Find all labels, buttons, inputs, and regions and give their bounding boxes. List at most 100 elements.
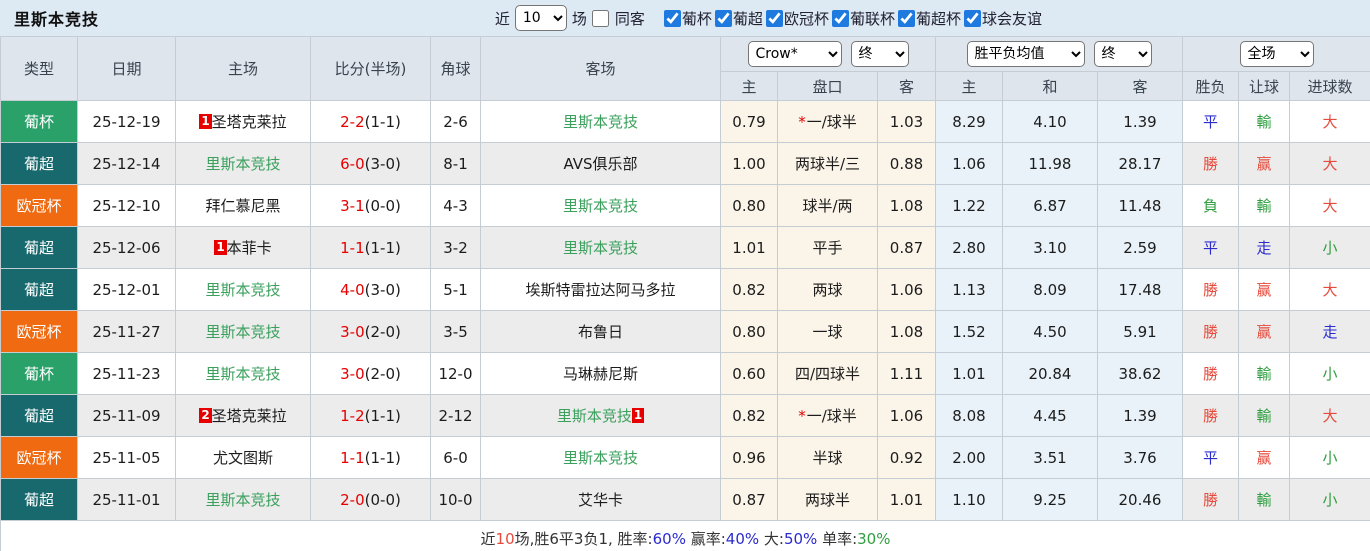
away-team: 艾华卡	[480, 478, 721, 521]
match-score: 3-0(2-0)	[310, 352, 431, 395]
team-name: 里斯本竞技	[205, 365, 281, 383]
summary-segment: 场,胜6平3负1, 胜率:	[514, 529, 653, 548]
subcol-odds-away: 客	[877, 71, 936, 101]
league-filter-item[interactable]: 欧冠杯	[765, 8, 829, 29]
corner-score: 3-2	[430, 226, 481, 269]
avg-away: 5.91	[1097, 310, 1183, 353]
result-handicap: 走	[1238, 226, 1290, 269]
home-team: 里斯本竞技	[175, 268, 311, 311]
team-name: 里斯本竞技	[556, 407, 632, 425]
league-filter-label: 球会友谊	[981, 9, 1042, 28]
home-team: 里斯本竞技	[175, 478, 311, 521]
avg-away: 1.39	[1097, 394, 1183, 437]
odds-away: 1.06	[877, 268, 936, 311]
table-row: 葡超 25-12-06 1 本菲卡 1-1(1-1) 3-2 里斯本竞技 1.01 平手 0.87…	[0, 226, 1370, 269]
avg-draw: 8.09	[1002, 268, 1098, 311]
result-goals: 大	[1289, 394, 1370, 437]
avg-state-select[interactable]: 终	[1093, 41, 1152, 67]
subcol-avg-away: 客	[1097, 71, 1183, 101]
league-filter-item[interactable]: 葡杯	[663, 8, 712, 29]
scope-select[interactable]: 全场	[1239, 41, 1314, 67]
avg-draw: 4.45	[1002, 394, 1098, 437]
match-date: 25-11-23	[77, 352, 176, 395]
fulltime-score: 1-1	[340, 448, 365, 467]
avg-home: 1.13	[935, 268, 1003, 311]
team-name: 圣塔克莱拉	[211, 113, 287, 131]
corner-score: 4-3	[430, 184, 481, 227]
rank-badge: 1	[214, 240, 227, 255]
odds-away: 1.11	[877, 352, 936, 395]
rank-badge: 1	[631, 408, 645, 423]
league-filter-checkbox[interactable]	[897, 9, 915, 27]
league-filter-checkbox[interactable]	[765, 9, 783, 27]
table-row: 葡超 25-11-01 里斯本竞技 2-0(0-0) 10-0 艾华卡 0.87 两球半 1.0…	[0, 478, 1370, 521]
match-rows: 葡杯 25-12-19 1 圣塔克莱拉 2-2(1-1) 2-6 里斯本竞技 0.79 *一/球…	[0, 100, 1370, 521]
match-date: 25-12-06	[77, 226, 176, 269]
league-filter-item[interactable]: 葡联杯	[831, 8, 895, 29]
odds-state-select[interactable]: 终	[850, 41, 909, 67]
team-name: 圣塔克莱拉	[211, 407, 287, 425]
recent-count-select[interactable]: 10	[514, 5, 567, 31]
odds-away: 0.92	[877, 436, 936, 479]
result-wdl: 勝	[1182, 268, 1239, 311]
odds-away: 1.08	[877, 184, 936, 227]
corner-score: 2-12	[430, 394, 481, 437]
result-handicap: 輸	[1238, 394, 1290, 437]
summary-segment: 30%	[857, 529, 891, 548]
summary-segment: 50%	[783, 529, 818, 548]
toolbar: 里斯本竞技 近 10 场 同客 葡杯 葡超 欧冠杯 葡联杯 葡超杯 球会友谊	[0, 0, 1370, 36]
handicap-line: 两球半	[777, 478, 878, 521]
rank-badge: 2	[199, 408, 212, 423]
odds-home: 0.96	[720, 436, 778, 479]
halftime-score: (1-1)	[364, 448, 401, 467]
team-name: AVS俱乐部	[563, 155, 638, 173]
league-filter-item[interactable]: 葡超	[714, 8, 763, 29]
league-badge: 葡杯	[0, 352, 78, 395]
league-filter-checkbox[interactable]	[663, 9, 681, 27]
subcol-goals: 进球数	[1289, 71, 1370, 101]
subcol-avg-home: 主	[935, 71, 1003, 101]
match-score: 3-0(2-0)	[310, 310, 431, 353]
league-filter-checkbox[interactable]	[714, 9, 732, 27]
col-header-type: 类型	[0, 36, 78, 101]
fulltime-score: 3-1	[340, 196, 365, 215]
halftime-score: (1-1)	[364, 406, 401, 425]
corner-score: 5-1	[430, 268, 481, 311]
league-badge: 欧冠杯	[0, 310, 78, 353]
recent-label: 近	[494, 9, 510, 28]
col-header-home: 主场	[175, 36, 311, 101]
halftime-score: (3-0)	[364, 154, 401, 173]
summary-segment: 单率:	[817, 529, 858, 548]
odds-home: 1.01	[720, 226, 778, 269]
summary-row: 近10场,胜6平3负1, 胜率:60% 赢率:40% 大:50% 单率:30%	[0, 520, 1370, 551]
league-filter-item[interactable]: 球会友谊	[963, 8, 1042, 29]
odds-away: 0.87	[877, 226, 936, 269]
fulltime-score: 1-1	[340, 238, 365, 257]
league-filter-group: 葡杯 葡超 欧冠杯 葡联杯 葡超杯 球会友谊	[661, 8, 1042, 29]
home-team: 里斯本竞技	[175, 352, 311, 395]
fulltime-score: 2-2	[340, 112, 365, 131]
match-stats-panel: 里斯本竞技 近 10 场 同客 葡杯 葡超 欧冠杯 葡联杯 葡超杯 球会友谊 类型 日期 …	[0, 0, 1370, 551]
same-away-checkbox[interactable]	[591, 9, 609, 27]
avg-home: 1.52	[935, 310, 1003, 353]
match-date: 25-11-01	[77, 478, 176, 521]
result-goals: 大	[1289, 184, 1370, 227]
avg-home: 1.01	[935, 352, 1003, 395]
league-badge: 葡超	[0, 394, 78, 437]
fulltime-score: 1-2	[340, 406, 365, 425]
match-score: 3-1(0-0)	[310, 184, 431, 227]
league-filter-checkbox[interactable]	[831, 9, 849, 27]
result-wdl: 勝	[1182, 310, 1239, 353]
handicap-line: *一/球半	[777, 100, 878, 143]
avg-type-select[interactable]: 胜平负均值	[966, 41, 1085, 67]
match-score: 6-0(3-0)	[310, 142, 431, 185]
league-filter-checkbox[interactable]	[963, 9, 981, 27]
summary-segment: 大:	[759, 529, 784, 548]
table-row: 葡超 25-11-09 2 圣塔克莱拉 1-2(1-1) 2-12 里斯本竞技 1 0.82 *一…	[0, 394, 1370, 437]
scope-select-cell: 全场	[1182, 36, 1370, 72]
league-filter-item[interactable]: 葡超杯	[897, 8, 961, 29]
odds-company-select[interactable]: Crow*	[747, 41, 842, 67]
avg-away: 28.17	[1097, 142, 1183, 185]
handicap-line: 平手	[777, 226, 878, 269]
team-name: 里斯本竞技	[205, 155, 281, 173]
